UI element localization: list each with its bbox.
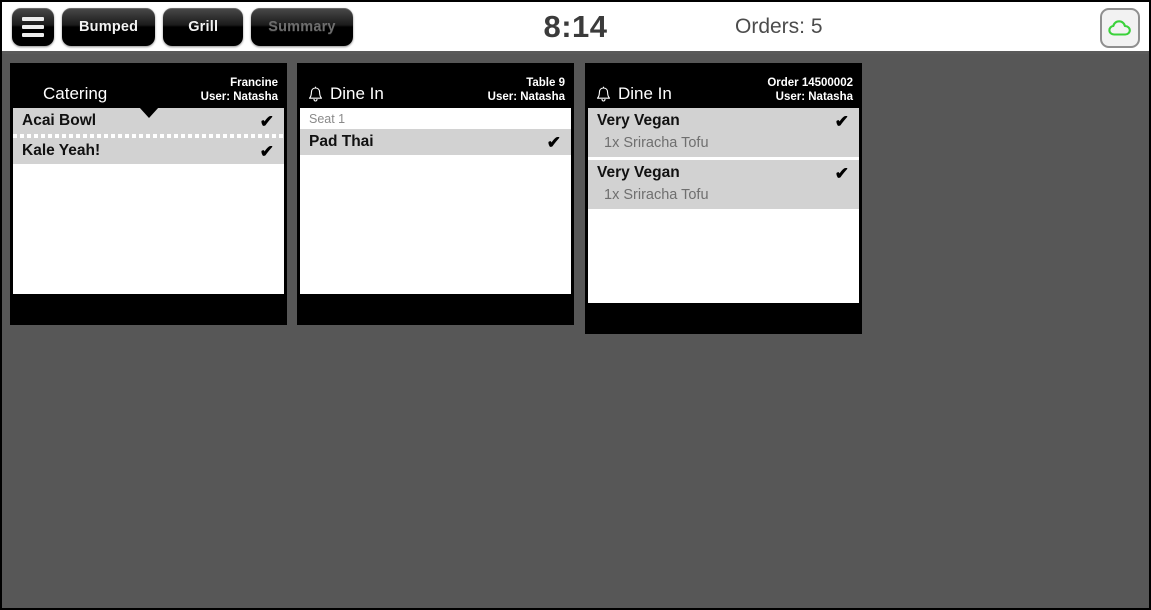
card-reference: Table 9	[526, 77, 565, 89]
order-item-name: Very Vegan	[597, 164, 680, 181]
order-card-order-14500002[interactable]: Dine In Order 14500002 User: Natasha Ver…	[585, 63, 862, 334]
top-toolbar: Bumped Grill Summary 8:14 Orders: 5	[2, 2, 1149, 54]
card-body: Seat 1 Pad Thai ✔	[300, 108, 571, 294]
card-header-left: Dine In	[596, 84, 672, 105]
card-title: Catering	[43, 84, 108, 103]
card-title: Dine In	[330, 84, 384, 103]
hamburger-menu-button[interactable]	[12, 7, 54, 46]
order-item-row[interactable]: Very Vegan ✔	[588, 160, 859, 186]
card-user: User: Natasha	[200, 91, 278, 103]
seat-label: Seat 1	[300, 108, 571, 129]
order-item-name: Acai Bowl	[22, 112, 97, 129]
grill-button-label: Grill	[188, 18, 219, 35]
card-header-right: Order 14500002 User: Natasha	[767, 76, 853, 105]
check-icon: ✔	[834, 163, 849, 183]
card-body: Very Vegan ✔ 1x Sriracha Tofu Very Vegan…	[588, 108, 859, 303]
grill-button[interactable]: Grill	[163, 7, 244, 46]
card-footer[interactable]	[13, 294, 284, 322]
order-item-row[interactable]: Kale Yeah! ✔	[13, 138, 284, 164]
check-icon: ✔	[259, 111, 274, 131]
order-item-modifier: 1x Sriracha Tofu	[604, 135, 709, 151]
order-item-name: Very Vegan	[597, 112, 680, 129]
bumped-button-label: Bumped	[79, 18, 139, 35]
bumped-button[interactable]: Bumped	[62, 7, 156, 46]
card-user: User: Natasha	[487, 91, 565, 103]
card-header-right: Francine User: Natasha	[201, 76, 278, 105]
order-item-name: Pad Thai	[309, 133, 374, 150]
check-icon: ✔	[259, 141, 274, 161]
bell-icon	[308, 86, 323, 102]
card-footer[interactable]	[300, 294, 571, 322]
card-header: Dine In Order 14500002 User: Natasha	[588, 66, 859, 108]
order-item-row[interactable]: Very Vegan ✔	[588, 108, 859, 134]
hamburger-menu-icon-bar-2	[22, 24, 44, 29]
card-header-left: Dine In	[308, 84, 384, 105]
order-item-name: Kale Yeah!	[22, 142, 101, 159]
order-board: Catering Francine User: Natasha Acai Bow…	[2, 57, 1149, 608]
order-item[interactable]: Kale Yeah! ✔	[13, 138, 284, 164]
card-header-left: Catering	[21, 84, 107, 105]
cloud-icon	[1108, 20, 1131, 36]
check-icon: ✔	[834, 111, 849, 131]
summary-button[interactable]: Summary	[251, 7, 353, 46]
card-body: Acai Bowl ✔ Kale Yeah! ✔	[13, 108, 284, 294]
kds-app: Bumped Grill Summary 8:14 Orders: 5 Cate…	[0, 0, 1151, 610]
orders-count: Orders: 5	[735, 15, 823, 38]
cloud-status-button[interactable]	[1100, 8, 1140, 48]
card-header: Dine In Table 9 User: Natasha	[300, 66, 571, 108]
card-title: Dine In	[618, 84, 672, 103]
order-card-catering[interactable]: Catering Francine User: Natasha Acai Bow…	[10, 63, 287, 325]
summary-button-label: Summary	[268, 18, 336, 35]
hamburger-menu-icon-bar-1	[22, 16, 44, 21]
order-item[interactable]: Pad Thai ✔	[300, 129, 571, 155]
order-item-modifier: 1x Sriracha Tofu	[604, 187, 709, 203]
card-reference: Order 14500002	[767, 77, 853, 89]
bell-icon	[596, 86, 611, 102]
toolbar-button-group: Bumped Grill Summary	[2, 7, 353, 46]
chevron-down-icon	[138, 107, 159, 118]
order-item-row[interactable]: Pad Thai ✔	[300, 129, 571, 155]
check-icon: ✔	[546, 132, 561, 152]
card-header-right: Table 9 User: Natasha	[488, 76, 565, 105]
order-item[interactable]: Very Vegan ✔ 1x Sriracha Tofu	[588, 157, 859, 209]
card-reference: Francine	[230, 77, 278, 89]
hamburger-menu-icon-bar-3	[22, 32, 44, 37]
order-item[interactable]: Very Vegan ✔ 1x Sriracha Tofu	[588, 108, 859, 157]
order-card-table-9[interactable]: Dine In Table 9 User: Natasha Seat 1 Pad…	[297, 63, 574, 325]
card-header: Catering Francine User: Natasha	[13, 66, 284, 118]
card-footer[interactable]	[588, 303, 859, 331]
card-user: User: Natasha	[775, 91, 853, 103]
